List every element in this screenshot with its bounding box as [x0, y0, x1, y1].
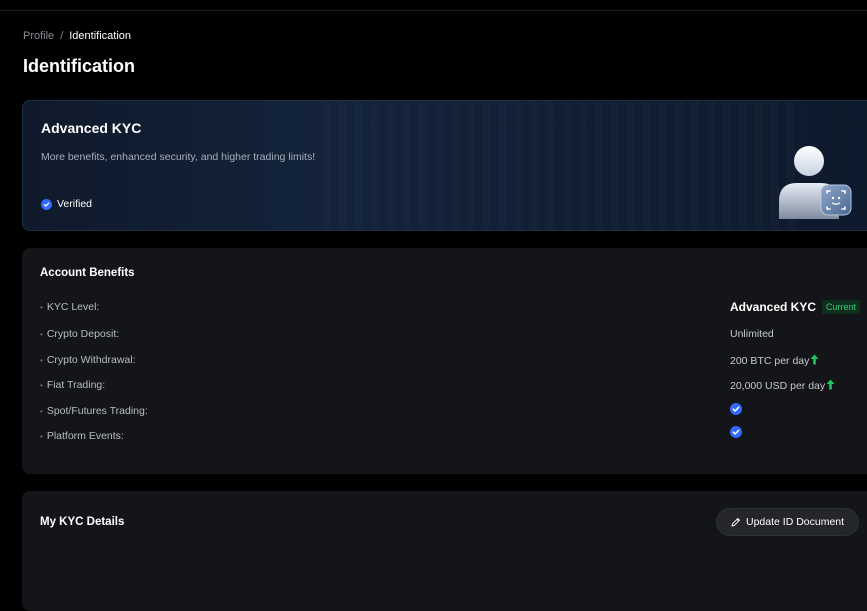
breadcrumb: Profile / Identification [23, 30, 131, 42]
benefit-label: • Crypto Deposit: [40, 328, 120, 340]
kyc-level-value: Advanced KYC Current [730, 300, 861, 314]
crypto-deposit-value: Unlimited [730, 328, 774, 340]
benefit-row-platform-events: • Platform Events: [40, 426, 867, 446]
benefit-row-fiat-trading: • Fiat Trading: 20,000 USD per day [40, 379, 867, 395]
edit-icon [731, 518, 740, 527]
check-circle-icon [41, 198, 52, 210]
benefit-row-spot-futures: • Spot/Futures Trading: [40, 403, 867, 421]
advanced-kyc-card: Advanced KYC More benefits, enhanced sec… [22, 100, 867, 231]
update-id-document-button[interactable]: Update ID Document [716, 508, 860, 536]
benefit-label: • Platform Events: [40, 430, 124, 442]
benefit-label: • KYC Level: [40, 301, 100, 313]
arrow-up-icon [810, 354, 819, 368]
breadcrumb-profile-link[interactable]: Profile [23, 30, 54, 42]
hero-background-pattern [323, 101, 803, 230]
update-button-label: Update ID Document [746, 516, 845, 528]
account-benefits-title: Account Benefits [40, 267, 135, 279]
check-circle-icon [730, 426, 742, 438]
verified-label: Verified [57, 198, 93, 210]
account-benefits-card: Account Benefits • KYC Level: Advanced KY… [22, 248, 867, 474]
benefit-label: • Crypto Withdrawal: [40, 354, 136, 366]
benefit-row-crypto-withdrawal: • Crypto Withdrawal: 200 BTC per day [40, 354, 867, 370]
kyc-details-card: My KYC Details Update ID Document [22, 491, 867, 611]
fiat-trading-value: 20,000 USD per day [730, 379, 835, 393]
crypto-withdrawal-value: 200 BTC per day [730, 354, 819, 368]
benefit-label: • Spot/Futures Trading: [40, 405, 148, 417]
kyc-card-title: Advanced KYC [41, 120, 142, 136]
verified-status: Verified [41, 198, 92, 210]
breadcrumb-separator: / [60, 30, 64, 42]
page-title: Identification [23, 56, 135, 76]
check-circle-icon [730, 403, 742, 415]
kyc-details-title: My KYC Details [40, 516, 125, 528]
user-face-scan-icon [775, 143, 855, 223]
breadcrumb-current: Identification [69, 30, 132, 42]
arrow-up-icon [826, 379, 835, 393]
top-bar [0, 0, 867, 11]
benefit-label: • Fiat Trading: [40, 379, 106, 391]
benefit-row-crypto-deposit: • Crypto Deposit: Unlimited [40, 328, 867, 344]
current-badge: Current [822, 300, 861, 314]
benefit-row-kyc-level: • KYC Level: Advanced KYC Current [40, 300, 867, 317]
kyc-card-subtitle: More benefits, enhanced security, and hi… [41, 151, 316, 163]
